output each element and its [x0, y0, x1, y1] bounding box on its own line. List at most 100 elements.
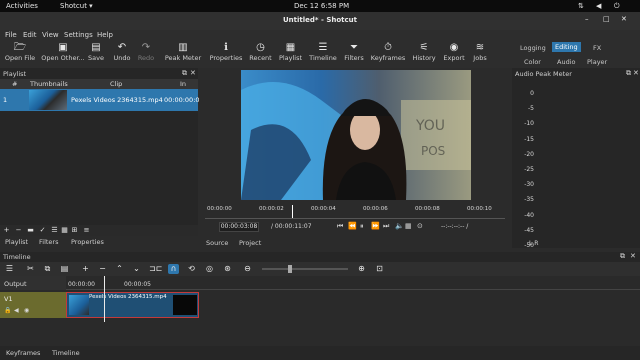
zoom-in-icon[interactable]: ⊕: [356, 264, 367, 274]
update-icon[interactable]: ▬: [26, 226, 35, 235]
mute-icon[interactable]: ◀: [14, 307, 19, 314]
cut-icon[interactable]: ✂: [25, 264, 36, 274]
remove-icon[interactable]: −: [14, 226, 23, 235]
lock-icon[interactable]: 🔒: [4, 307, 11, 314]
append-icon[interactable]: +: [80, 264, 91, 274]
layout-logging[interactable]: Logging: [520, 44, 546, 52]
rewind-icon[interactable]: ⏪: [348, 222, 357, 230]
overwrite-icon[interactable]: ⌄: [131, 264, 142, 274]
add-icon[interactable]: +: [2, 226, 11, 235]
col-clip[interactable]: Clip: [110, 80, 122, 88]
playlist-row[interactable]: 1 Pexels Videos 2364315.mp4 00:00:00:0: [0, 89, 200, 111]
lift-icon[interactable]: ⌃: [114, 264, 125, 274]
track-header-v1[interactable]: V1 🔒 ◀ ◉: [0, 292, 66, 318]
activities-button[interactable]: Activities: [6, 2, 38, 10]
timeline-ruler[interactable]: 00:00:00 00:00:05: [66, 276, 640, 290]
paste-icon[interactable]: ▤: [59, 264, 70, 274]
col-in[interactable]: In: [180, 80, 186, 88]
skip-previous-icon[interactable]: ⏮: [337, 222, 343, 231]
menu-icon[interactable]: ☰: [4, 264, 15, 274]
history-button[interactable]: ⚟ History: [410, 42, 438, 62]
tab-properties[interactable]: Properties: [71, 238, 104, 246]
zoom-fit-icon[interactable]: ⊡: [374, 264, 385, 274]
playlist-button-bar: + − ▬ ✓ ☰ ▦ ⊞ ≡: [0, 225, 198, 236]
player-ruler[interactable]: 00:00:00 00:00:02 00:00:04 00:00:06 00:0…: [205, 205, 505, 219]
undo-button[interactable]: ↶ Undo: [111, 42, 133, 62]
layout-color[interactable]: Color: [524, 58, 541, 66]
tiles-view-icon[interactable]: ▦: [60, 226, 69, 235]
tab-keyframes[interactable]: Keyframes: [6, 349, 40, 357]
close-panel-icon[interactable]: ✕: [630, 252, 636, 260]
meter-scale-label: -5: [528, 105, 534, 113]
remove-icon[interactable]: −: [97, 264, 108, 274]
undock-icon[interactable]: ⧉: [626, 69, 631, 78]
volume-icon[interactable]: 🔈: [395, 222, 404, 230]
copy-icon[interactable]: ⧉: [42, 264, 53, 274]
tab-playlist[interactable]: Playlist: [5, 238, 28, 246]
ripple-all-icon[interactable]: ⊛: [222, 264, 233, 274]
tab-timeline[interactable]: Timeline: [52, 349, 80, 357]
menu-view[interactable]: View: [42, 31, 59, 39]
menu-help[interactable]: Help: [97, 31, 113, 39]
playlist-button[interactable]: ▦ Playlist: [276, 42, 305, 62]
open-file-button[interactable]: 🗁 Open File: [3, 42, 37, 62]
close-panel-icon[interactable]: ✕: [633, 69, 639, 77]
check-icon[interactable]: ✓: [38, 226, 47, 235]
menu-icon[interactable]: ≡: [82, 226, 91, 235]
peak-meter-button[interactable]: ▥ Peak Meter: [164, 42, 202, 62]
skip-next-icon[interactable]: ⏭: [383, 222, 389, 231]
timeline-playhead[interactable]: [104, 276, 105, 322]
col-number[interactable]: #: [12, 80, 17, 88]
split-icon[interactable]: ⊐⊏: [149, 264, 162, 274]
eye-icon[interactable]: ◉: [24, 307, 29, 314]
video-frame[interactable]: YOU POS: [241, 70, 471, 200]
app-menu[interactable]: Shotcut ▾: [60, 2, 93, 10]
scrub-icon[interactable]: ⟲: [186, 264, 197, 274]
zoom-icon[interactable]: ⊙: [417, 222, 423, 230]
ripple-icon[interactable]: ◎: [204, 264, 215, 274]
timeline-button[interactable]: ☰ Timeline: [307, 42, 339, 62]
layout-fx[interactable]: FX: [593, 44, 601, 52]
save-button[interactable]: ▤ Save: [86, 42, 106, 62]
minimize-icon[interactable]: –: [585, 15, 589, 23]
clock[interactable]: Dec 12 6:58 PM: [294, 2, 349, 10]
zoom-slider[interactable]: [262, 265, 348, 273]
recent-button[interactable]: ◷ Recent: [247, 42, 274, 62]
fast-forward-icon[interactable]: ⏩: [371, 222, 380, 230]
tab-source[interactable]: Source: [206, 239, 228, 247]
close-panel-icon[interactable]: ✕: [190, 69, 196, 77]
undock-icon[interactable]: ⧉: [182, 69, 187, 78]
player-playhead[interactable]: [292, 205, 293, 218]
col-thumbnails[interactable]: Thumbnails: [30, 80, 68, 88]
volume-icon[interactable]: ◀: [596, 2, 601, 10]
open-other-button[interactable]: ▣ Open Other...: [41, 42, 85, 62]
export-button[interactable]: ◉ Export: [441, 42, 467, 62]
tab-project[interactable]: Project: [239, 239, 261, 247]
maximize-icon[interactable]: □: [603, 15, 610, 23]
menu-settings[interactable]: Settings: [64, 31, 93, 39]
pause-icon[interactable]: ⏸: [360, 222, 364, 231]
icons-view-icon[interactable]: ⊞: [70, 226, 79, 235]
menu-file[interactable]: File: [5, 31, 17, 39]
close-icon[interactable]: ✕: [621, 15, 627, 23]
filters-button[interactable]: ⏷ Filters: [342, 42, 366, 62]
network-icon[interactable]: ⇅: [578, 2, 584, 10]
layout-player[interactable]: Player: [587, 58, 607, 66]
timeline-clip[interactable]: Pexels Videos 2364315.mp4: [66, 292, 199, 318]
tab-filters[interactable]: Filters: [39, 238, 58, 246]
zoom-out-icon[interactable]: ⊖: [242, 264, 253, 274]
zoom-slider-handle[interactable]: [288, 265, 292, 273]
snap-icon[interactable]: ∩: [168, 264, 179, 274]
layout-audio[interactable]: Audio: [557, 58, 575, 66]
undock-icon[interactable]: ⧉: [620, 252, 625, 261]
keyframes-button[interactable]: ⏱ Keyframes: [368, 42, 408, 62]
grid-icon[interactable]: ▦: [405, 222, 412, 230]
menu-edit[interactable]: Edit: [23, 31, 37, 39]
redo-button[interactable]: ↷ Redo: [135, 42, 157, 62]
current-time-field[interactable]: 00:00:03:08: [219, 222, 259, 232]
jobs-button[interactable]: ≋ Jobs: [469, 42, 491, 62]
properties-button[interactable]: ℹ Properties: [207, 42, 245, 62]
details-view-icon[interactable]: ☰: [50, 226, 59, 235]
power-icon[interactable]: ⏻: [614, 2, 620, 11]
layout-editing[interactable]: Editing: [552, 42, 581, 52]
